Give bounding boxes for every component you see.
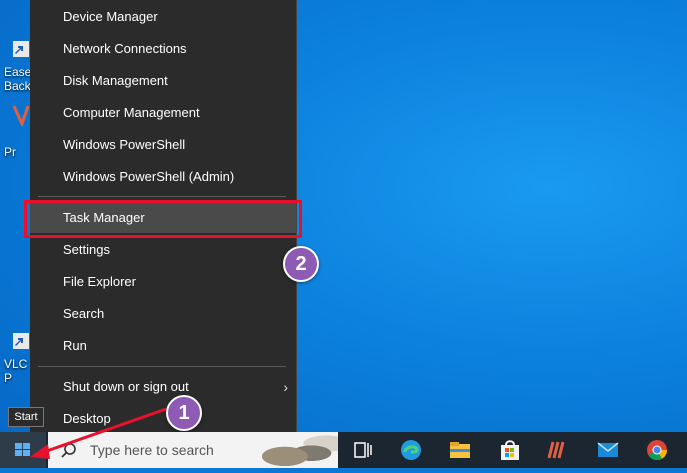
pointer-arrow: [30, 407, 167, 459]
